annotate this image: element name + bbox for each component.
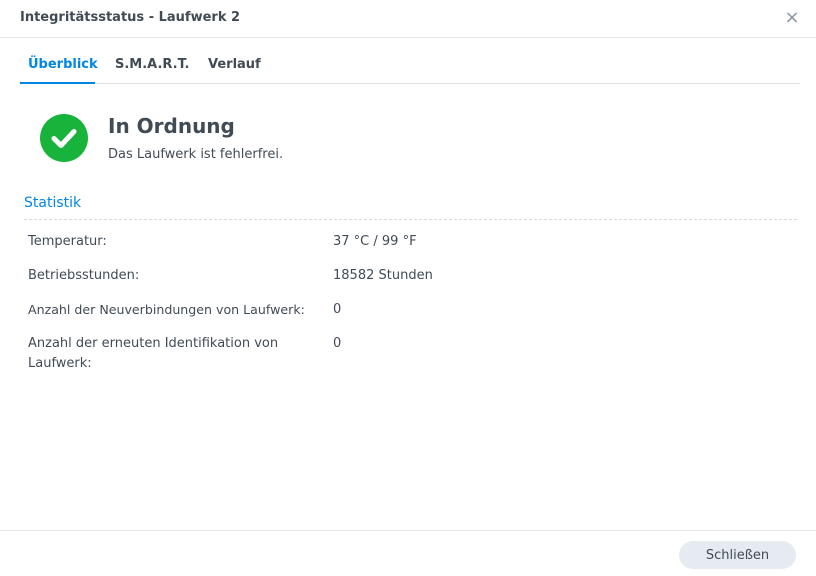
close-icon[interactable]: × [783,8,801,28]
status-description: Das Laufwerk ist fehlerfrei. [108,147,284,162]
stat-label-operating-hours: Betriebsstunden: [28,268,140,283]
checkmark-circle-icon [40,114,88,162]
section-divider [24,219,797,220]
tab-overview[interactable]: Überblick [28,57,98,72]
dialog-footer: Schließen [0,530,816,576]
stat-label-reidentifications: Anzahl der erneuten Identifikation von L… [28,336,279,371]
status-title: In Ordnung [108,114,235,138]
stat-label-reconnections: Anzahl der Neuverbindungen von Laufwerk: [28,302,305,317]
section-heading-statistics: Statistik [24,195,82,211]
stat-value-operating-hours: 18582 Stunden [333,268,433,283]
stat-label-temperature: Temperatur: [28,234,107,249]
title-bar: Integritätsstatus - Laufwerk 2 × [0,0,816,38]
stat-value-reidentifications: 0 [333,336,342,351]
health-status-dialog: Integritätsstatus - Laufwerk 2 × Überbli… [0,0,816,576]
tab-bar: Überblick S.M.A.R.T. Verlauf [20,48,800,84]
stat-value-temperature: 37 °C / 99 °F [333,234,417,249]
close-button[interactable]: Schließen [679,541,796,569]
active-tab-indicator [20,82,95,84]
tab-history[interactable]: Verlauf [208,57,261,72]
stat-value-reconnections: 0 [333,302,342,317]
tab-smart[interactable]: S.M.A.R.T. [115,57,189,72]
dialog-title: Integritätsstatus - Laufwerk 2 [20,10,241,25]
